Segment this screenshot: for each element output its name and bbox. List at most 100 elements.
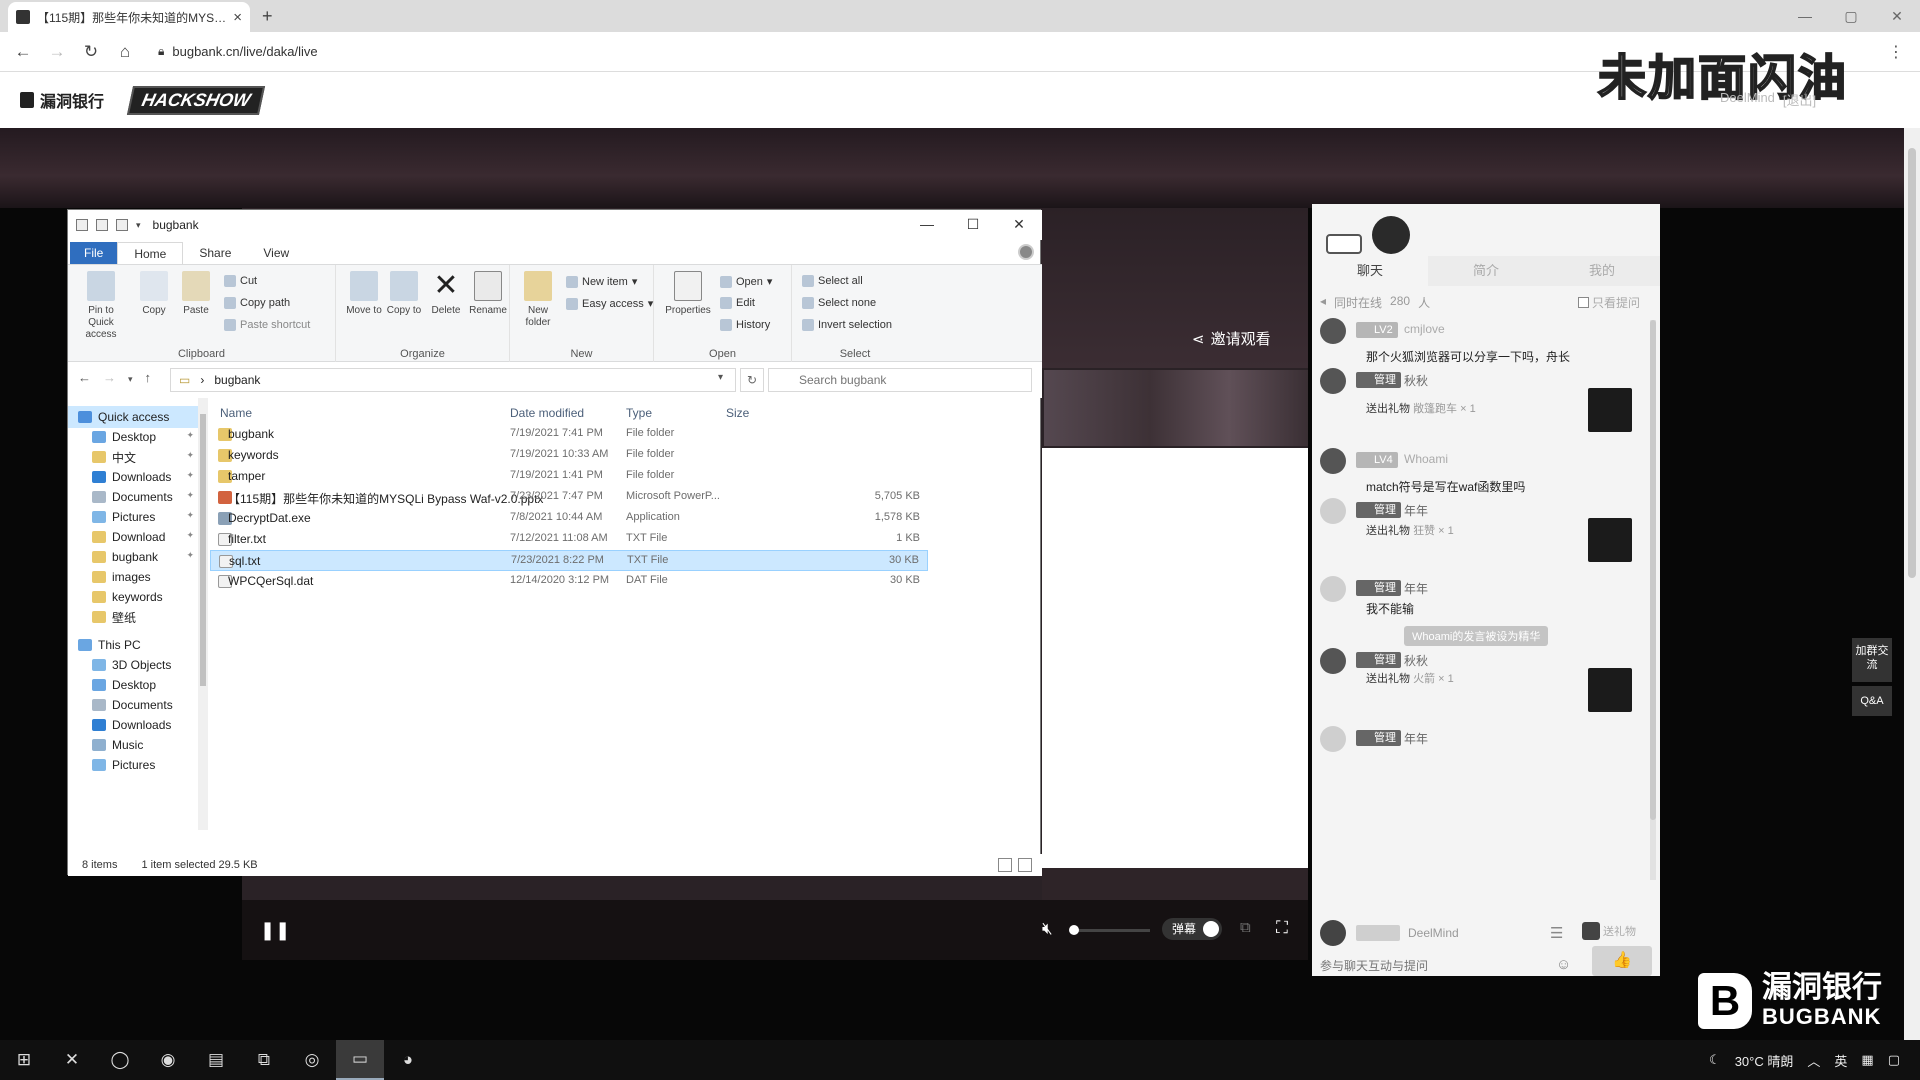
- invite-button[interactable]: ⋖ 邀请观看: [1192, 328, 1271, 349]
- reload-icon[interactable]: ↻: [78, 42, 104, 62]
- pause-icon[interactable]: ❚❚: [260, 920, 290, 941]
- quick-access-dropdown-icon[interactable]: ▾: [136, 220, 141, 231]
- chat-nick[interactable]: 年年: [1404, 730, 1428, 747]
- file-row[interactable]: WPCQerSql.dat 12/14/2020 3:12 PM DAT Fil…: [210, 571, 928, 592]
- new-folder-button[interactable]: New folder: [516, 271, 560, 329]
- tab-view[interactable]: View: [247, 242, 305, 264]
- history-button[interactable]: History: [720, 319, 770, 331]
- list-icon[interactable]: ☰: [1550, 924, 1563, 942]
- new-item-button[interactable]: New item ▾: [566, 275, 637, 288]
- details-view-icon[interactable]: [998, 858, 1012, 872]
- chat-input[interactable]: [1320, 956, 1520, 976]
- file-row[interactable]: filter.txt 7/12/2021 11:08 AM TXT File 1…: [210, 529, 928, 550]
- delete-button[interactable]: ✕ Delete: [424, 271, 468, 317]
- tray-expand-icon[interactable]: ︿: [1807, 1051, 1820, 1070]
- only-questions-filter[interactable]: 只看提问: [1578, 294, 1640, 311]
- site-logo[interactable]: 漏洞银行: [20, 88, 104, 112]
- tab-file[interactable]: File: [70, 242, 118, 264]
- open-button[interactable]: Open ▾: [720, 275, 772, 288]
- forward-icon[interactable]: →: [103, 370, 116, 388]
- tab-share[interactable]: Share: [183, 242, 247, 264]
- column-date[interactable]: Date modified: [510, 406, 584, 420]
- nav-keywords[interactable]: keywords: [68, 586, 198, 608]
- new-folder-quick-icon[interactable]: [116, 219, 128, 231]
- chat-nick[interactable]: 秋秋: [1404, 652, 1428, 669]
- mute-icon[interactable]: 🔇︎: [1042, 919, 1053, 939]
- nav-pc-documents[interactable]: Documents: [68, 694, 198, 716]
- properties-quick-icon[interactable]: [96, 219, 108, 231]
- tab-intro[interactable]: 简介: [1428, 256, 1544, 286]
- browser-tab[interactable]: 【115期】那些年你未知道的MYSQL ×: [8, 2, 250, 32]
- file-explorer-app-icon[interactable]: ▭: [336, 1040, 384, 1080]
- keyboard-icon[interactable]: ▦: [1861, 1052, 1873, 1068]
- select-all-button[interactable]: Select all: [802, 275, 863, 287]
- explorer-maximize-button[interactable]: ☐: [950, 210, 996, 238]
- nav-music[interactable]: Music: [68, 734, 198, 756]
- file-row[interactable]: bugbank 7/19/2021 7:41 PM File folder: [210, 424, 928, 445]
- nav-pc-pictures[interactable]: Pictures: [68, 754, 198, 776]
- page-scroll-thumb[interactable]: [1908, 148, 1916, 578]
- tab-close-button[interactable]: ×: [233, 9, 242, 26]
- cut-button[interactable]: Cut: [224, 275, 257, 287]
- explorer-address-bar[interactable]: ▭ › bugbank: [170, 368, 736, 392]
- large-icons-view-icon[interactable]: [1018, 858, 1032, 872]
- hackshow-logo[interactable]: HACKSHOW: [126, 85, 266, 115]
- help-icon[interactable]: [1018, 244, 1034, 260]
- up-icon[interactable]: ↑: [145, 370, 152, 388]
- page-scrollbar[interactable]: [1904, 128, 1920, 1040]
- chat-nick[interactable]: 秋秋: [1404, 372, 1428, 389]
- edit-button[interactable]: Edit: [720, 297, 755, 309]
- qa-button[interactable]: Q&A: [1852, 686, 1892, 716]
- nav-bugbank[interactable]: bugbank ✦: [68, 546, 198, 568]
- emoji-icon[interactable]: ☺: [1556, 956, 1571, 973]
- search-input[interactable]: [768, 368, 1032, 392]
- address-bar[interactable]: 🔒︎ bugbank.cn/live/daka/live: [158, 44, 318, 59]
- back-arrow-icon[interactable]: ←: [10, 42, 36, 62]
- chat-scrollbar[interactable]: [1650, 320, 1656, 880]
- properties-button[interactable]: Properties: [662, 271, 714, 317]
- forward-arrow-icon[interactable]: →: [44, 42, 70, 62]
- danmu-toggle[interactable]: 弹幕: [1162, 918, 1223, 940]
- ime-indicator[interactable]: 英: [1834, 1051, 1847, 1070]
- nav-this-pc[interactable]: This PC: [68, 634, 198, 656]
- nav-scroll-thumb[interactable]: [200, 414, 206, 686]
- pin-quick-access-button[interactable]: Pin to Quick access: [76, 271, 126, 341]
- back-icon[interactable]: ←: [78, 370, 91, 388]
- volume-knob[interactable]: [1069, 925, 1079, 935]
- chat-scroll-thumb[interactable]: [1650, 320, 1656, 820]
- join-group-button[interactable]: 加群交流: [1852, 638, 1892, 682]
- column-type[interactable]: Type: [626, 406, 652, 420]
- column-name[interactable]: Name: [220, 406, 252, 420]
- browser-menu-icon[interactable]: ⋮: [1888, 42, 1904, 62]
- volume-slider[interactable]: [1069, 925, 1150, 935]
- explorer-minimize-button[interactable]: —: [904, 210, 950, 238]
- notification-icon[interactable]: ▢: [1888, 1052, 1900, 1068]
- weather-text[interactable]: 30°C 晴朗: [1735, 1051, 1794, 1070]
- copy-path-button[interactable]: Copy path: [224, 297, 290, 309]
- invert-selection-button[interactable]: Invert selection: [802, 319, 892, 331]
- tool-app-icon[interactable]: ✕: [48, 1040, 96, 1080]
- recent-locations-icon[interactable]: ▾: [128, 370, 133, 388]
- easy-access-button[interactable]: Easy access ▾: [566, 297, 653, 310]
- nav-download[interactable]: Download ✦: [68, 526, 198, 548]
- chat-nick[interactable]: 年年: [1404, 502, 1428, 519]
- home-icon[interactable]: ⌂: [112, 42, 138, 62]
- chat-nick[interactable]: cmjlove: [1404, 322, 1445, 336]
- address-dropdown-icon[interactable]: ▾: [718, 372, 723, 383]
- minimize-button[interactable]: —: [1782, 0, 1828, 32]
- gift-button[interactable]: 送礼物: [1582, 922, 1636, 940]
- column-size[interactable]: Size: [726, 406, 749, 420]
- breadcrumb-bugbank[interactable]: bugbank: [214, 369, 260, 391]
- send-button[interactable]: 👍: [1592, 946, 1652, 976]
- chat-nick[interactable]: Whoami: [1404, 452, 1448, 466]
- tab-home[interactable]: Home: [117, 242, 184, 264]
- nav-scrollbar[interactable]: [198, 398, 208, 830]
- nav-images[interactable]: images: [68, 566, 198, 588]
- nav-documents[interactable]: Documents ✦: [68, 486, 198, 508]
- window-app-icon[interactable]: ⧉: [240, 1040, 288, 1080]
- file-row[interactable]: DecryptDat.exe 7/8/2021 10:44 AM Applica…: [210, 508, 928, 529]
- copy-button[interactable]: Copy: [132, 271, 176, 317]
- copy-to-button[interactable]: Copy to: [382, 271, 426, 317]
- new-tab-button[interactable]: +: [262, 6, 273, 27]
- select-none-button[interactable]: Select none: [802, 297, 876, 309]
